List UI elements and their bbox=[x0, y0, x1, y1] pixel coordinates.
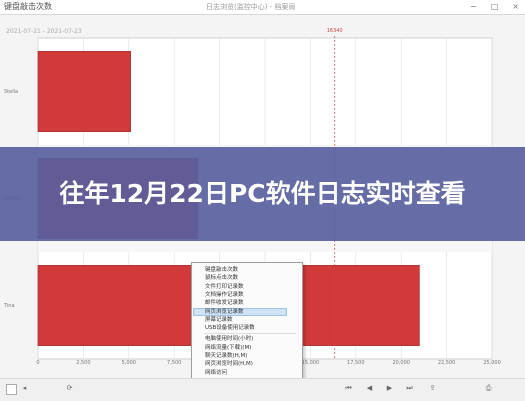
menu-item[interactable]: 聊天记录数(H,M) bbox=[205, 352, 297, 360]
menu-item[interactable]: 电脑使用时间(小时) bbox=[205, 335, 297, 343]
x-tick-label: 5,000 bbox=[121, 360, 136, 366]
prev-page-icon[interactable]: ◂ bbox=[20, 384, 29, 393]
next-icon[interactable]: ▶ bbox=[385, 384, 394, 393]
x-tick-label: 17,500 bbox=[347, 360, 365, 366]
export-icon[interactable]: ⇪ bbox=[428, 384, 437, 393]
banner-text: 往年12月22日PC软件日志实时查看 bbox=[59, 179, 466, 208]
menu-item[interactable]: 网络流量(下载)(M) bbox=[205, 344, 297, 352]
menu-item[interactable]: 邮件收发记录数 bbox=[205, 299, 297, 307]
chart-title: 键盘敲击次数 bbox=[4, 2, 52, 11]
menu-item[interactable]: 网页浏览时间(H,M) bbox=[205, 360, 297, 368]
window-controls: − □ × bbox=[470, 2, 519, 11]
checkbox-icon[interactable] bbox=[6, 384, 17, 395]
menu-item[interactable]: 文档操作记录数 bbox=[205, 291, 297, 299]
marker-label: 16340 bbox=[326, 28, 343, 34]
x-tick-label: 2,500 bbox=[76, 360, 91, 366]
menu-item[interactable]: USB设备使用记录数 bbox=[205, 324, 297, 332]
prev-icon[interactable]: ◀ bbox=[365, 384, 374, 393]
close-icon[interactable]: × bbox=[512, 2, 519, 11]
y-tick-label: Stella bbox=[4, 88, 19, 95]
context-menu: 键盘敲击次数 鼠标点击次数 文件打印记录数 文档操作记录数 邮件收发记录数 网页浏览记录数… bbox=[191, 262, 303, 384]
x-tick-label: 22,500 bbox=[437, 360, 456, 366]
print-icon[interactable]: ⎙ bbox=[484, 384, 493, 393]
y-tick-label: Tina bbox=[4, 302, 15, 309]
app-window: 键盘敲击次数 日志浏览(监控中心) - 档案局 − □ × 2021-07-21… bbox=[0, 0, 525, 401]
menu-item[interactable]: 网页浏览记录数 bbox=[193, 307, 287, 316]
x-tick-label: 7,500 bbox=[167, 360, 182, 366]
menu-separator bbox=[204, 333, 296, 335]
refresh-icon[interactable]: ⟳ bbox=[65, 384, 74, 393]
bar-stella[interactable] bbox=[37, 51, 131, 132]
maximize-icon[interactable]: □ bbox=[491, 2, 499, 11]
x-tick-label: 15,000 bbox=[301, 360, 320, 366]
menu-item[interactable]: 鼠标点击次数 bbox=[205, 274, 297, 282]
x-tick-label: 25,000 bbox=[483, 360, 501, 366]
status-bar: ◂ ⟳ ⏮ ◀ ▶ ⏭ ⇪ ⎙ bbox=[0, 378, 525, 401]
x-tick-label: 0 bbox=[36, 360, 40, 366]
minimize-icon[interactable]: − bbox=[470, 2, 477, 11]
window-title: 日志浏览(监控中心) - 档案局 bbox=[206, 3, 296, 11]
menu-item[interactable]: 网络访问 bbox=[205, 369, 297, 377]
last-page-icon[interactable]: ⏭ bbox=[405, 384, 414, 393]
menu-item[interactable]: 屏幕记录数 bbox=[205, 316, 297, 324]
overlay-banner: 往年12月22日PC软件日志实时查看 bbox=[0, 147, 525, 241]
first-page-icon[interactable]: ⏮ bbox=[344, 384, 353, 393]
x-tick-label: 20,000 bbox=[392, 360, 410, 366]
title-bar: 键盘敲击次数 日志浏览(监控中心) - 档案局 − □ × bbox=[0, 0, 525, 15]
menu-item[interactable]: 键盘敲击次数 bbox=[205, 266, 297, 274]
menu-item[interactable]: 文件打印记录数 bbox=[205, 283, 297, 291]
